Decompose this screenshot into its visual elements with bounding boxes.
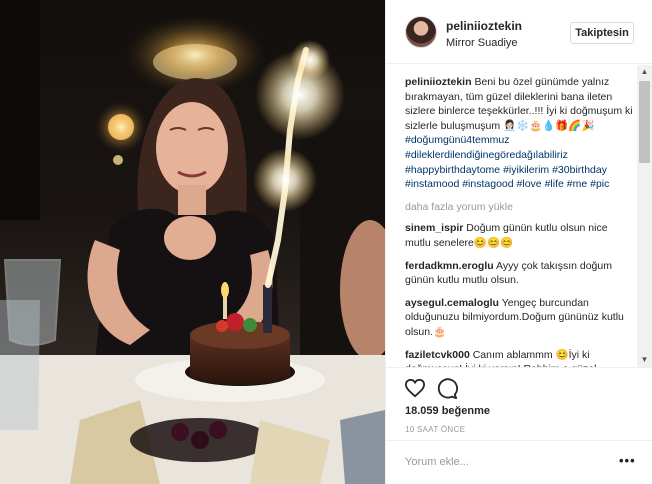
- post-header: peliniioztekin Mirror Suadiye Takiptesin: [386, 0, 652, 64]
- hashtag[interactable]: #me: [567, 178, 587, 190]
- more-options-icon[interactable]: •••: [619, 454, 635, 468]
- comment-item: faziletcvk000 Canım ablammm 😊İyi ki doğm…: [405, 348, 635, 368]
- hashtag[interactable]: #happybirthdaytome: [405, 164, 500, 176]
- speech-bubble-icon[interactable]: [436, 378, 458, 400]
- heart-outline-icon[interactable]: [404, 378, 426, 398]
- post-actions: 18.059 beğenme 10 SAAT ÖNCE: [386, 367, 652, 447]
- comment-input[interactable]: [405, 452, 605, 472]
- likes-count[interactable]: 18.059 beğenme: [405, 405, 490, 417]
- comment-username[interactable]: faziletcvk000: [405, 349, 470, 361]
- comments-area[interactable]: peliniioztekin Beni bu özel günümde yaln…: [386, 65, 652, 367]
- hashtag[interactable]: #30birthday: [552, 164, 607, 176]
- hashtag[interactable]: #instagood: [462, 178, 513, 190]
- header-location[interactable]: Mirror Suadiye: [446, 37, 518, 49]
- scroll-up-arrow-icon[interactable]: ▲: [637, 65, 652, 79]
- post-photo[interactable]: [0, 0, 385, 484]
- load-more-comments[interactable]: daha fazla yorum yükle: [405, 200, 635, 215]
- scroll-thumb[interactable]: [639, 81, 650, 163]
- add-comment-bar: •••: [386, 440, 652, 484]
- hashtag[interactable]: #doğumgünü4temmuz: [405, 134, 509, 146]
- comment-item: ferdadkmn.eroglu Ayyy çok takışsın doğum…: [405, 259, 635, 288]
- hashtag[interactable]: #life: [545, 178, 564, 190]
- comment-username[interactable]: aysegul.cemaloglu: [405, 297, 499, 309]
- following-button[interactable]: Takiptesin: [570, 22, 634, 44]
- comment-username[interactable]: ferdadkmn.eroglu: [405, 260, 494, 272]
- comments-scrollbar[interactable]: ▲ ▼: [637, 65, 652, 367]
- post-side-panel: peliniioztekin Mirror Suadiye Takiptesin…: [385, 0, 652, 484]
- caption-username[interactable]: peliniioztekin: [405, 76, 472, 88]
- comment-username[interactable]: sinem_ispir: [405, 222, 463, 234]
- avatar[interactable]: [405, 16, 437, 48]
- birthday-photo-illustration: [0, 0, 385, 484]
- hashtag[interactable]: #love: [517, 178, 542, 190]
- post-timestamp[interactable]: 10 SAAT ÖNCE: [405, 425, 465, 434]
- caption: peliniioztekin Beni bu özel günümde yaln…: [405, 75, 635, 192]
- scroll-down-arrow-icon[interactable]: ▼: [637, 353, 652, 367]
- hashtag[interactable]: #iyikilerim: [503, 164, 549, 176]
- header-username[interactable]: peliniioztekin: [446, 19, 522, 33]
- comments-list: peliniioztekin Beni bu özel günümde yaln…: [405, 75, 635, 367]
- hashtag[interactable]: #pic: [590, 178, 609, 190]
- comment-item: sinem_ispir Doğum günün kutlu olsun nice…: [405, 221, 635, 250]
- hashtag[interactable]: #instamood: [405, 178, 459, 190]
- hashtag[interactable]: #dileklerdilendiğinegöredağılabiliriz: [405, 149, 568, 161]
- comment-item: aysegul.cemaloglu Yengeç burcundan olduğ…: [405, 296, 635, 340]
